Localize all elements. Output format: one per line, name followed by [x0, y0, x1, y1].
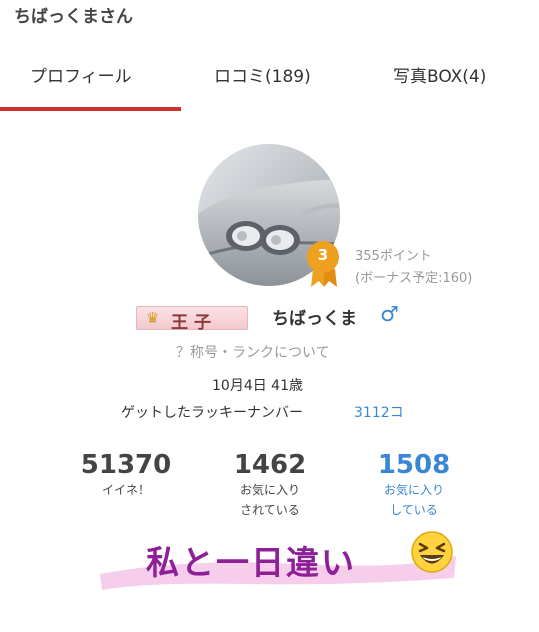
tab-profile[interactable]: プロフィール: [30, 62, 132, 87]
username: ちばっくま: [272, 309, 357, 329]
tab-reviews[interactable]: ロコミ(189): [214, 62, 311, 87]
stat-label: イイネ！: [101, 483, 150, 497]
rank-medal-icon: 3: [305, 241, 343, 287]
annotation-caption: 私と一日違い: [146, 543, 356, 582]
stat-label: お気に入り: [239, 483, 300, 497]
stat-value: 51370: [80, 450, 172, 480]
stat-value: 1508: [377, 450, 451, 480]
bonus-points: (ボーナス予定:160): [355, 271, 473, 286]
birthday-age: 10月4日 41歳: [212, 378, 303, 394]
title-badge: ♛ 王子: [136, 306, 248, 333]
stat-favoriting[interactable]: 1508 お気に入り している: [350, 450, 478, 520]
tab-bar: プロフィール ロコミ(189) 写真BOX(4): [0, 52, 539, 114]
stat-likes[interactable]: 51370 イイネ！: [62, 450, 190, 500]
rank-help-link[interactable]: ？称号・ランクについて: [176, 342, 330, 362]
lucky-number-label: ゲットしたラッキーナンバー: [121, 405, 303, 421]
stat-label-2: されている: [240, 503, 300, 517]
active-tab-indicator: [0, 107, 181, 111]
title-badge-text: 王子: [171, 313, 217, 333]
rank-number: 3: [317, 246, 329, 264]
lucky-number-count[interactable]: 3112コ: [354, 402, 404, 422]
tab-photo-box[interactable]: 写真BOX(4): [393, 62, 486, 87]
grinning-squinting-face-icon: [411, 531, 453, 573]
stat-label: お気に入り: [383, 483, 444, 497]
points-info: 355ポイント (ボーナス予定:160): [355, 246, 472, 290]
crown-icon: ♛: [146, 309, 160, 327]
points-value: 355ポイント: [355, 249, 432, 264]
stat-favorited-by[interactable]: 1462 お気に入り されている: [206, 450, 334, 520]
stat-value: 1462: [233, 450, 307, 480]
page-title: ちばっくまさん: [14, 7, 133, 27]
stat-label-2: している: [390, 503, 438, 517]
male-icon: ♂: [380, 302, 399, 326]
